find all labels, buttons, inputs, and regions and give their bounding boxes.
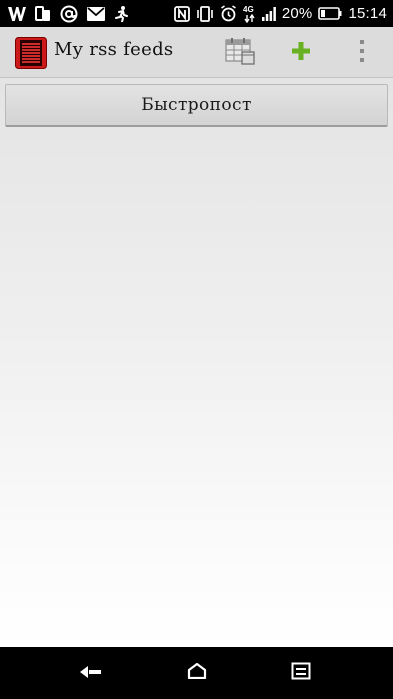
battery-percent: 20% [281, 5, 313, 22]
svg-text:4G: 4G [243, 5, 254, 14]
mail-icon [87, 5, 105, 23]
calendar-button[interactable] [218, 27, 262, 78]
feed-list: Быстропост [0, 78, 393, 647]
dual-sim-icon [35, 5, 51, 23]
home-icon [187, 662, 207, 683]
add-feed-button[interactable] [279, 27, 323, 78]
app-title: My rss feeds [54, 39, 174, 60]
action-bar: My rss feeds [0, 27, 393, 78]
vibrate-icon [196, 5, 214, 23]
rss-feed-app-icon [15, 37, 47, 69]
nfc-icon [173, 5, 190, 23]
status-bar: 4G 20% 15:14 [0, 0, 393, 27]
feed-button[interactable]: Быстропост [5, 84, 388, 127]
home-button[interactable] [167, 647, 227, 699]
navigation-bar [0, 647, 393, 699]
battery-icon [318, 5, 342, 23]
recents-button[interactable] [271, 647, 331, 699]
recents-icon [291, 662, 311, 684]
w-app-icon [8, 5, 26, 23]
running-person-icon [114, 5, 128, 23]
feed-button-label: Быстропост [141, 95, 252, 115]
overflow-menu-button[interactable] [340, 27, 384, 78]
back-icon [80, 664, 102, 683]
network-4g-icon: 4G [243, 5, 256, 23]
calendar-icon [225, 37, 255, 69]
alarm-icon [220, 5, 237, 23]
add-icon [291, 41, 311, 65]
at-sign-icon [60, 5, 78, 23]
status-time: 15:14 [348, 5, 387, 22]
signal-icon [261, 5, 276, 23]
overflow-menu-icon [359, 39, 365, 67]
back-button[interactable] [61, 647, 121, 699]
